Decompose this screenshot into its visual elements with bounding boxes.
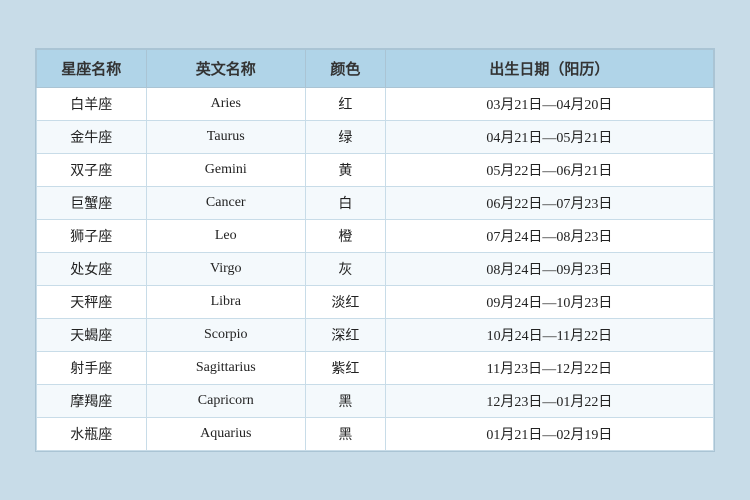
- table-row: 白羊座Aries红03月21日—04月20日: [37, 88, 714, 121]
- cell-chinese: 射手座: [37, 352, 147, 385]
- cell-color: 淡红: [306, 286, 386, 319]
- cell-english: Aquarius: [146, 418, 305, 451]
- cell-english: Leo: [146, 220, 305, 253]
- cell-date: 03月21日—04月20日: [385, 88, 713, 121]
- cell-english: Virgo: [146, 253, 305, 286]
- table-row: 双子座Gemini黄05月22日—06月21日: [37, 154, 714, 187]
- header-date: 出生日期（阳历）: [385, 50, 713, 88]
- cell-english: Taurus: [146, 121, 305, 154]
- cell-english: Gemini: [146, 154, 305, 187]
- cell-chinese: 摩羯座: [37, 385, 147, 418]
- cell-color: 白: [306, 187, 386, 220]
- cell-english: Scorpio: [146, 319, 305, 352]
- cell-english: Aries: [146, 88, 305, 121]
- cell-english: Cancer: [146, 187, 305, 220]
- cell-color: 灰: [306, 253, 386, 286]
- cell-english: Libra: [146, 286, 305, 319]
- table-row: 水瓶座Aquarius黑01月21日—02月19日: [37, 418, 714, 451]
- cell-date: 08月24日—09月23日: [385, 253, 713, 286]
- cell-english: Sagittarius: [146, 352, 305, 385]
- cell-date: 04月21日—05月21日: [385, 121, 713, 154]
- cell-english: Capricorn: [146, 385, 305, 418]
- table-row: 处女座Virgo灰08月24日—09月23日: [37, 253, 714, 286]
- header-chinese: 星座名称: [37, 50, 147, 88]
- cell-color: 深红: [306, 319, 386, 352]
- cell-chinese: 天秤座: [37, 286, 147, 319]
- cell-date: 09月24日—10月23日: [385, 286, 713, 319]
- zodiac-table: 星座名称 英文名称 颜色 出生日期（阳历） 白羊座Aries红03月21日—04…: [36, 49, 714, 451]
- cell-date: 11月23日—12月22日: [385, 352, 713, 385]
- cell-chinese: 双子座: [37, 154, 147, 187]
- cell-color: 橙: [306, 220, 386, 253]
- table-row: 金牛座Taurus绿04月21日—05月21日: [37, 121, 714, 154]
- cell-color: 绿: [306, 121, 386, 154]
- cell-date: 10月24日—11月22日: [385, 319, 713, 352]
- table-row: 天蝎座Scorpio深红10月24日—11月22日: [37, 319, 714, 352]
- cell-chinese: 巨蟹座: [37, 187, 147, 220]
- cell-chinese: 狮子座: [37, 220, 147, 253]
- cell-date: 06月22日—07月23日: [385, 187, 713, 220]
- cell-chinese: 白羊座: [37, 88, 147, 121]
- cell-chinese: 水瓶座: [37, 418, 147, 451]
- cell-chinese: 处女座: [37, 253, 147, 286]
- cell-date: 01月21日—02月19日: [385, 418, 713, 451]
- cell-date: 05月22日—06月21日: [385, 154, 713, 187]
- table-row: 天秤座Libra淡红09月24日—10月23日: [37, 286, 714, 319]
- table-header-row: 星座名称 英文名称 颜色 出生日期（阳历）: [37, 50, 714, 88]
- table-row: 射手座Sagittarius紫红11月23日—12月22日: [37, 352, 714, 385]
- table-row: 巨蟹座Cancer白06月22日—07月23日: [37, 187, 714, 220]
- cell-color: 红: [306, 88, 386, 121]
- header-color: 颜色: [306, 50, 386, 88]
- zodiac-table-container: 星座名称 英文名称 颜色 出生日期（阳历） 白羊座Aries红03月21日—04…: [35, 48, 715, 452]
- table-row: 摩羯座Capricorn黑12月23日—01月22日: [37, 385, 714, 418]
- table-row: 狮子座Leo橙07月24日—08月23日: [37, 220, 714, 253]
- cell-color: 黑: [306, 385, 386, 418]
- header-english: 英文名称: [146, 50, 305, 88]
- cell-color: 黄: [306, 154, 386, 187]
- cell-color: 紫红: [306, 352, 386, 385]
- cell-chinese: 金牛座: [37, 121, 147, 154]
- cell-date: 12月23日—01月22日: [385, 385, 713, 418]
- cell-chinese: 天蝎座: [37, 319, 147, 352]
- cell-color: 黑: [306, 418, 386, 451]
- cell-date: 07月24日—08月23日: [385, 220, 713, 253]
